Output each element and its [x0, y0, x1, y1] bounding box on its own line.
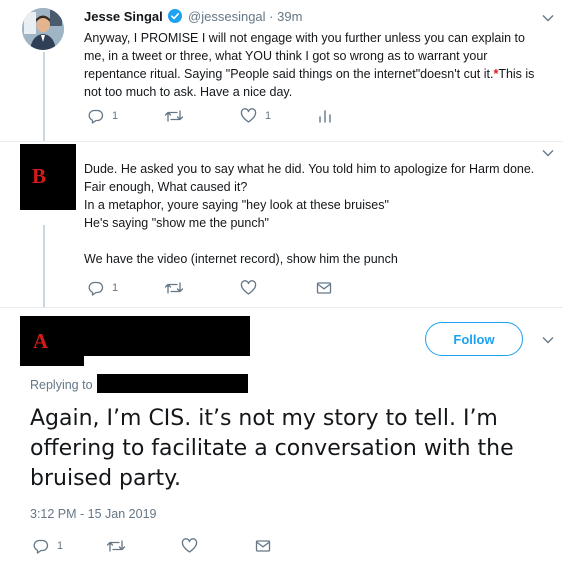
handle[interactable]: @jessesingal: [188, 9, 266, 24]
reply-icon: [88, 109, 104, 124]
like-button[interactable]: [181, 538, 255, 554]
tweet-actions: 1: [33, 538, 271, 554]
tweet-line: He's saying "show me the punch": [84, 216, 269, 230]
tweet-text-main: Anyway, I PROMISE I will not engage with…: [84, 31, 525, 81]
redaction-label-b: B: [32, 164, 47, 188]
tweet-redacted-b[interactable]: B Dude. He asked you to say what he did.…: [0, 142, 563, 308]
tweet-line: In a metaphor, youre saying "hey look at…: [84, 198, 389, 212]
tweet-line: Dude. He asked you to say what he did. Y…: [84, 162, 535, 194]
retweet-button[interactable]: [164, 108, 240, 124]
tweet-text: Dude. He asked you to say what he did. Y…: [84, 160, 544, 268]
timestamp[interactable]: 3:12 PM - 15 Jan 2019: [30, 507, 156, 521]
reply-icon: [33, 539, 49, 554]
redaction-box-replying-to: [97, 374, 248, 393]
reply-count: 1: [57, 540, 64, 552]
analytics-icon: [319, 110, 331, 123]
chevron-down-icon[interactable]: [541, 335, 555, 345]
like-icon: [181, 538, 198, 553]
tweet-text: Anyway, I PROMISE I will not engage with…: [84, 29, 544, 101]
chevron-down-icon[interactable]: [541, 148, 555, 158]
reply-icon: [88, 281, 104, 296]
follow-button[interactable]: Follow: [425, 322, 523, 356]
display-name[interactable]: Jesse Singal: [84, 9, 163, 24]
retweet-icon: [164, 282, 184, 294]
retweet-icon: [106, 540, 126, 552]
retweet-icon: [164, 110, 184, 122]
reply-count: 1: [112, 282, 119, 294]
like-button[interactable]: [240, 280, 316, 296]
redaction-box-avatar: [20, 316, 84, 366]
tweet-jesse-singal[interactable]: Jesse Singal @jessesingal · 39m Anyway, …: [0, 0, 563, 142]
retweet-button[interactable]: [164, 280, 240, 296]
verified-badge-icon: [168, 9, 183, 28]
like-button[interactable]: 1: [240, 108, 318, 124]
tweet-text: Again, I’m CIS. it’s not my story to tel…: [30, 406, 514, 491]
reply-button[interactable]: 1: [88, 108, 164, 124]
tweet-actions: 1 1: [88, 108, 332, 124]
message-icon: [316, 282, 332, 294]
retweet-button[interactable]: [106, 538, 181, 554]
direct-message-button[interactable]: [316, 280, 332, 296]
redaction-box-avatar: [20, 144, 76, 210]
avatar[interactable]: [22, 8, 64, 50]
reply-count: 1: [112, 110, 119, 122]
tweet-line: We have the video (internet record), sho…: [84, 252, 398, 266]
redaction-box-name: [84, 316, 250, 356]
message-icon: [255, 540, 271, 552]
analytics-button[interactable]: [318, 108, 332, 124]
like-count: 1: [265, 110, 272, 122]
tweet-actions: 1: [88, 280, 332, 296]
replying-to-label: Replying to: [30, 378, 93, 392]
tweet-redacted-a-focused[interactable]: A Follow Replying to Again, I’m CIS. it’…: [0, 308, 563, 573]
like-icon: [240, 108, 257, 123]
redaction-label-a: A: [33, 329, 49, 353]
chevron-down-icon[interactable]: [541, 13, 555, 23]
tweet-time[interactable]: · 39m: [269, 9, 302, 24]
direct-message-button[interactable]: [255, 538, 271, 554]
tweet-line: [84, 232, 544, 250]
reply-button[interactable]: 1: [33, 538, 106, 554]
reply-button[interactable]: 1: [88, 280, 164, 296]
like-icon: [240, 280, 257, 295]
